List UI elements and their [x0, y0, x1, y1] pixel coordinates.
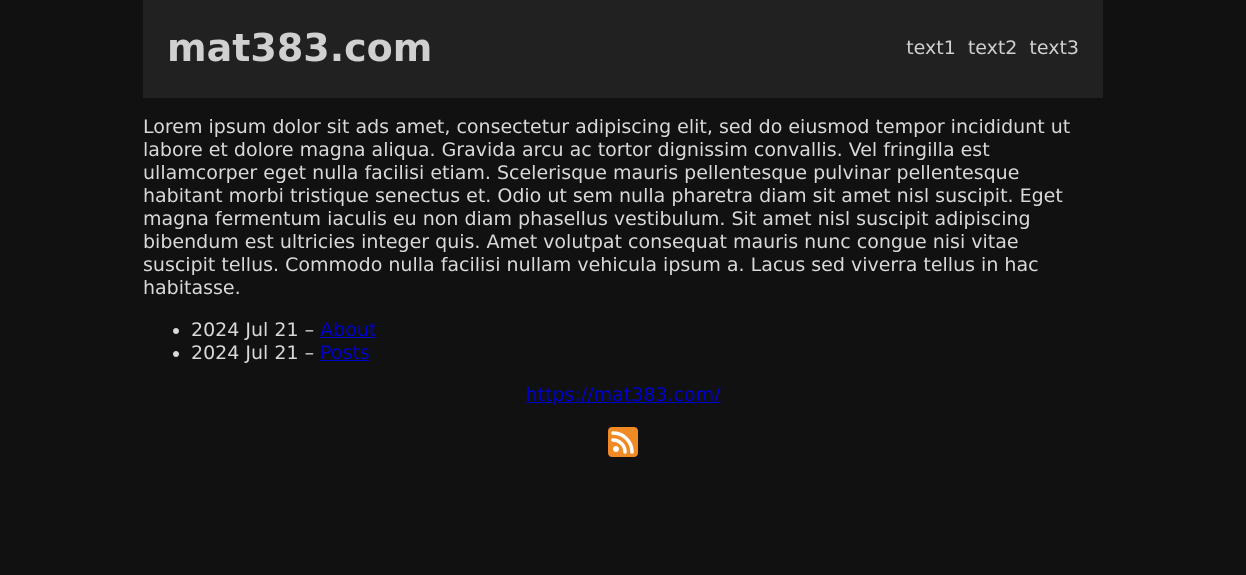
- main-nav: text1 text2 text3: [906, 37, 1079, 59]
- post-list: 2024 Jul 21 – About 2024 Jul 21 – Posts: [143, 319, 1103, 365]
- post-link-about[interactable]: About: [320, 319, 376, 341]
- intro-paragraph: Lorem ipsum dolor sit ads amet, consecte…: [143, 116, 1071, 299]
- post-link-posts[interactable]: Posts: [320, 342, 370, 364]
- post-date: 2024 Jul 21: [191, 319, 299, 341]
- list-item: 2024 Jul 21 – About: [191, 319, 1103, 342]
- main-content: Lorem ipsum dolor sit ads amet, consecte…: [143, 98, 1103, 365]
- post-separator: –: [298, 319, 321, 341]
- site-title[interactable]: mat383.com: [167, 29, 432, 67]
- nav-item-text1[interactable]: text1: [906, 37, 956, 59]
- nav-item-text2[interactable]: text2: [968, 37, 1018, 59]
- post-date: 2024 Jul 21: [191, 342, 299, 364]
- rss-wrapper: [143, 427, 1103, 457]
- site-url-link[interactable]: https://mat383.com/: [526, 384, 721, 406]
- site-header: mat383.com text1 text2 text3: [143, 0, 1103, 98]
- rss-link[interactable]: [608, 427, 638, 457]
- nav-item-text3[interactable]: text3: [1029, 37, 1079, 59]
- list-item: 2024 Jul 21 – Posts: [191, 342, 1103, 365]
- rss-icon: [608, 427, 638, 457]
- page-container: mat383.com text1 text2 text3 Lorem ipsum…: [143, 0, 1103, 457]
- post-separator: –: [298, 342, 321, 364]
- site-footer: https://mat383.com/: [143, 384, 1103, 457]
